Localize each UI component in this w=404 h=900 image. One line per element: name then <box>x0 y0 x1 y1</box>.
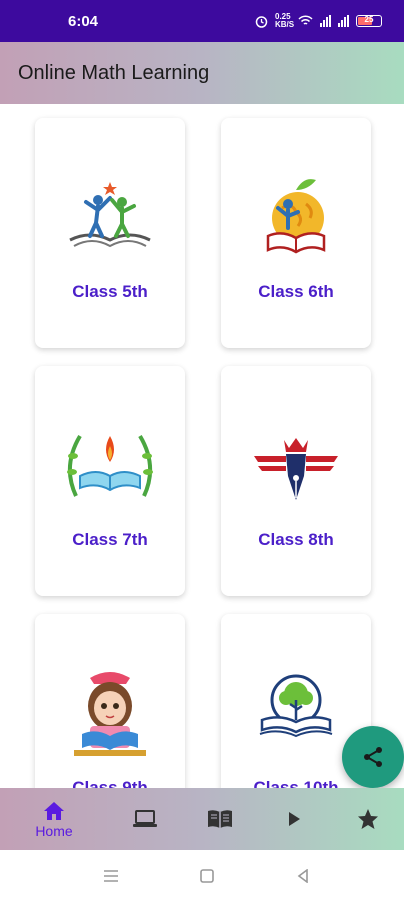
back-triangle-icon <box>297 869 308 883</box>
class-label: Class 6th <box>258 282 334 301</box>
girl-reading-icon <box>74 672 146 756</box>
nav-laptop[interactable] <box>105 788 185 850</box>
nav-book[interactable] <box>180 788 260 850</box>
alarm-icon <box>255 15 268 28</box>
class-grid: Class 5th Class 6th Class 7th Class 8th … <box>0 104 404 788</box>
bottom-navigation: Home <box>0 788 404 850</box>
wifi-icon <box>298 15 313 25</box>
home-button[interactable] <box>197 866 217 886</box>
app-bar: Online Math Learning <box>0 42 404 104</box>
recent-apps-button[interactable] <box>101 866 121 886</box>
system-navigation-bar <box>0 850 404 900</box>
class-label: Class 8th <box>258 530 334 549</box>
app-title: Online Math Learning <box>18 62 210 84</box>
class-label: Class 7th <box>72 530 148 549</box>
class-card-7th[interactable]: Class 7th <box>35 366 185 596</box>
class-label: Class 5th <box>72 282 148 301</box>
back-button[interactable] <box>293 866 313 886</box>
class-card-8th[interactable]: Class 8th <box>221 366 371 596</box>
book-icon <box>208 810 232 828</box>
class-label: Class 9th <box>72 778 148 788</box>
play-icon <box>289 812 300 826</box>
children-on-book-icon <box>69 182 151 248</box>
battery-level: 25 <box>364 15 374 24</box>
class-card-6th[interactable]: Class 6th <box>221 118 371 348</box>
class-card-5th[interactable]: Class 5th <box>35 118 185 348</box>
share-fab[interactable] <box>342 726 404 788</box>
menu-icon <box>104 870 118 882</box>
laptop-icon <box>133 810 157 827</box>
class-card-9th[interactable]: Class 9th <box>35 614 185 788</box>
tree-book-icon <box>259 674 333 738</box>
star-icon <box>358 809 378 829</box>
nav-favorites[interactable] <box>328 788 404 850</box>
share-icon <box>364 747 382 767</box>
globe-book-icon <box>266 179 326 254</box>
status-bar: 6:04 0.25 KB/S 25 <box>0 0 404 42</box>
battery-icon: 25 <box>356 15 382 27</box>
signal-icon-2 <box>338 15 349 27</box>
flame-book-laurel-icon <box>67 434 153 497</box>
signal-icon <box>320 15 331 27</box>
nav-play[interactable] <box>254 788 334 850</box>
home-icon <box>44 801 64 820</box>
nav-home[interactable]: Home <box>14 788 94 850</box>
class-label: Class 10th <box>253 778 339 788</box>
network-speed: 0.25 KB/S <box>275 12 295 29</box>
status-time: 6:04 <box>68 13 99 30</box>
nav-home-label: Home <box>35 822 73 839</box>
crowned-pen-nib-icon <box>254 438 338 500</box>
square-icon <box>200 869 214 883</box>
status-icons: 0.25 KB/S 25 <box>255 13 382 29</box>
